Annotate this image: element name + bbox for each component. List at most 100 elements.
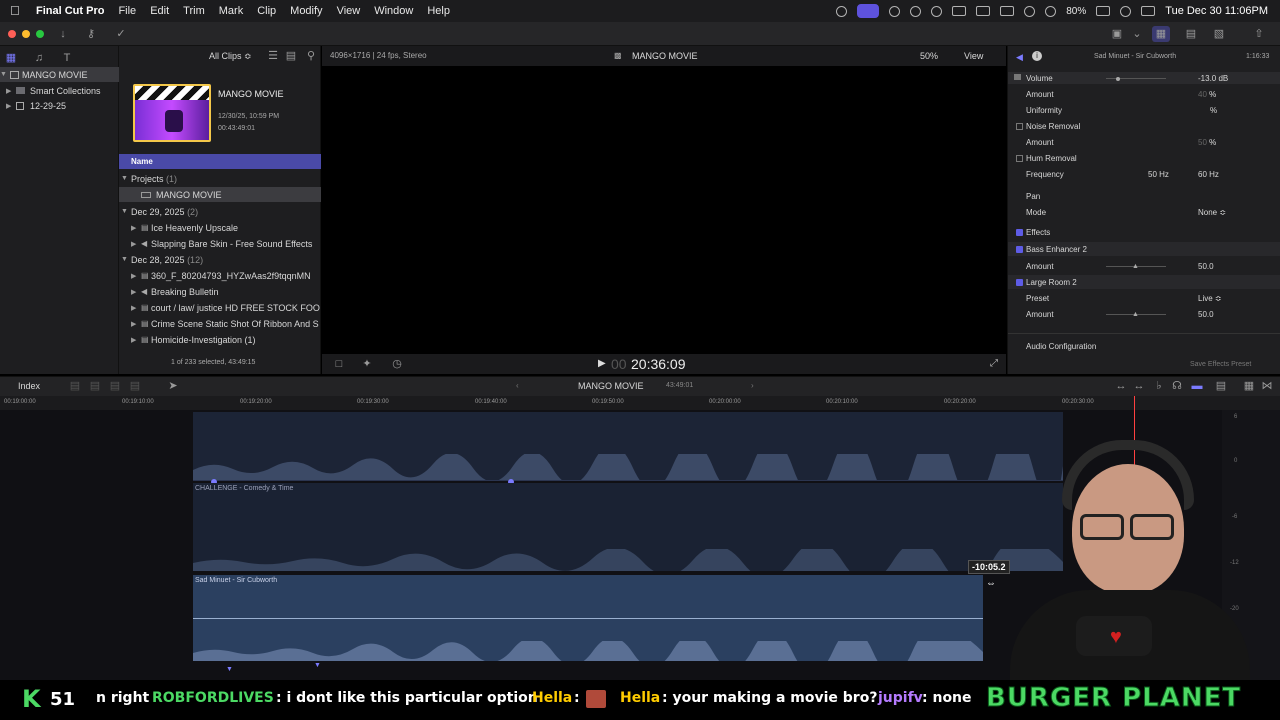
globe-icon[interactable] — [889, 5, 901, 17]
group-row-dec-29[interactable]: ▼ Dec 29, 2025 (2) — [121, 204, 198, 219]
menu-clip[interactable]: Clip — [257, 5, 276, 17]
volume-icon[interactable] — [952, 6, 967, 16]
minimize-window-button[interactable] — [22, 30, 30, 38]
import-icon[interactable]: ↓ — [54, 26, 72, 42]
timeline-project-name[interactable]: MANGO MOVIE — [578, 381, 644, 391]
spotlight-icon[interactable] — [1120, 5, 1132, 17]
focus-icon[interactable] — [910, 5, 922, 17]
libraries-icon[interactable]: ▦ — [2, 50, 20, 66]
history-forward-icon[interactable]: › — [751, 381, 754, 390]
audio-clip-1[interactable] — [193, 412, 1063, 480]
menu-file[interactable]: File — [118, 5, 136, 17]
marker-icon[interactable]: ▼ — [314, 662, 321, 669]
zoom-to-fit-icon[interactable]: ↔ — [1130, 378, 1148, 394]
audio-inspector-icon[interactable]: ◀ — [1016, 52, 1023, 63]
viewer-canvas[interactable] — [322, 66, 1006, 354]
frequency-60hz[interactable]: 60 Hz — [1198, 170, 1219, 179]
project-thumbnail[interactable] — [133, 84, 211, 142]
group-row-dec-28[interactable]: ▼ Dec 28, 2025 (12) — [121, 252, 203, 267]
volume-slider-track[interactable] — [1106, 78, 1166, 79]
menu-mark[interactable]: Mark — [219, 5, 243, 17]
audio-clip-2[interactable]: CHALLENGE - Comedy & Time — [193, 483, 1063, 571]
marker-icon[interactable]: ▼ — [226, 666, 233, 673]
room-amount-knob-icon[interactable]: ▲ — [1132, 311, 1139, 318]
layout-browser-icon[interactable]: ▦ — [1152, 26, 1170, 42]
list-item[interactable]: ▶ ▤ Crime Scene Static Shot Of Ribbon And … — [131, 316, 321, 331]
clip-filter-popup[interactable]: All Clips ≎ — [209, 51, 252, 62]
info-inspector-icon[interactable]: i — [1032, 51, 1042, 61]
close-window-button[interactable] — [8, 30, 16, 38]
display-icon[interactable] — [1000, 6, 1015, 16]
search-icon[interactable]: ⚲ — [302, 48, 320, 64]
volume-value[interactable]: -13.0 dB — [1198, 74, 1228, 83]
export-icon[interactable]: ⇧ — [1250, 26, 1268, 42]
sidebar-item-event-12-29-25[interactable]: ▶ 12-29-25 — [6, 98, 66, 113]
control-center-icon[interactable] — [1141, 6, 1156, 16]
speed-icon[interactable]: ◷ — [388, 356, 406, 372]
screen-record-icon[interactable] — [836, 5, 848, 17]
noise-amount-value[interactable]: 50 % — [1198, 138, 1216, 147]
titles-generators-icon[interactable]: T — [58, 50, 76, 66]
volume-line[interactable] — [193, 618, 983, 619]
keyboard-icon[interactable] — [976, 6, 991, 16]
menu-trim[interactable]: Trim — [183, 5, 205, 17]
transform-icon[interactable]: □ — [330, 356, 348, 372]
audio-skimming-icon[interactable]: ♭ — [1150, 378, 1168, 394]
insert-clip-icon[interactable]: ▤ — [86, 378, 104, 394]
overwrite-clip-icon[interactable]: ▤ — [126, 378, 144, 394]
keyword-icon[interactable]: ⚷ — [82, 26, 100, 42]
headphones-icon[interactable]: ☊ — [1168, 378, 1186, 394]
layout-inspector-icon[interactable]: ▧ — [1210, 26, 1228, 42]
audio-configuration-header[interactable]: Audio Configuration — [1026, 342, 1096, 351]
append-clip-icon[interactable]: ▤ — [106, 378, 124, 394]
share-icon[interactable]: ▣ — [1108, 26, 1126, 42]
sidebar-item-smart-collections[interactable]: ▶ Smart Collections — [6, 83, 101, 98]
list-item-project[interactable]: MANGO MOVIE — [119, 187, 321, 202]
room-amount-value[interactable]: 50.0 — [1198, 310, 1214, 319]
clip-appearance-icon[interactable]: ▤ — [282, 48, 300, 64]
app-menu-name[interactable]: Final Cut Pro — [36, 5, 104, 17]
connect-clip-icon[interactable]: ▤ — [66, 378, 84, 394]
menu-help[interactable]: Help — [427, 5, 450, 17]
audio-lanes-icon[interactable]: ↔ — [1112, 378, 1130, 394]
timecode-display[interactable]: 20:36:09 — [631, 356, 686, 372]
noise-removal-checkbox[interactable] — [1016, 123, 1023, 130]
frequency-50hz[interactable]: 50 Hz — [1148, 170, 1169, 179]
volume-slider-knob[interactable] — [1116, 77, 1120, 81]
menu-window[interactable]: Window — [374, 5, 413, 17]
effects-checkbox[interactable] — [1016, 229, 1023, 236]
timeline-ruler[interactable]: 00:19:00:00 00:19:10:00 00:19:20:00 00:1… — [0, 396, 1280, 410]
play-button-icon[interactable]: ▶ — [598, 358, 606, 369]
pan-mode-popup[interactable]: None ≎ — [1198, 208, 1226, 217]
save-effects-preset-button[interactable]: Save Effects Preset — [1190, 361, 1251, 368]
list-view-icon[interactable]: ☰ — [264, 48, 282, 64]
list-item[interactable]: ▶ ▤ 360_F_80204793_HYZwAas2f9tqqnMN — [131, 268, 321, 283]
play-icon[interactable] — [931, 5, 943, 17]
menu-modify[interactable]: Modify — [290, 5, 322, 17]
select-tool-icon[interactable]: ➤ — [164, 378, 182, 394]
group-row-projects[interactable]: ▼ Projects (1) — [121, 171, 177, 186]
clip-appearance-icon[interactable]: ▤ — [1212, 378, 1230, 394]
photos-audio-icon[interactable]: ♫ — [30, 50, 48, 66]
bluetooth-icon[interactable] — [1024, 5, 1036, 17]
effects-browser-icon[interactable]: ▦ — [1240, 378, 1258, 394]
wifi-icon[interactable] — [1045, 5, 1057, 17]
transitions-browser-icon[interactable]: ⋈ — [1258, 378, 1276, 394]
large-room-checkbox[interactable] — [1016, 279, 1023, 286]
zoom-window-button[interactable] — [36, 30, 44, 38]
fullscreen-icon[interactable]: ⤢ — [990, 358, 998, 369]
menu-edit[interactable]: Edit — [150, 5, 169, 17]
column-header-name[interactable]: Name — [119, 154, 321, 169]
enhance-icon[interactable]: ✦ — [358, 356, 376, 372]
menu-view[interactable]: View — [337, 5, 361, 17]
playhead-marker[interactable] — [1134, 396, 1135, 410]
list-item[interactable]: ▶ ◀ Slapping Bare Skin - Free Sound Effect… — [131, 236, 312, 251]
library-row-mango-movie[interactable]: ▼ MANGO MOVIE — [0, 67, 119, 82]
list-item[interactable]: ▶ ◀ Breaking Bulletin — [131, 284, 219, 299]
timeline-area[interactable]: CHALLENGE - Comedy & Time Sad Minuet - S… — [0, 410, 1280, 680]
amount-value[interactable]: 40 % — [1198, 90, 1216, 99]
background-tasks-icon[interactable]: ✓ — [112, 26, 130, 42]
menu-bar-clock[interactable]: Tue Dec 30 11:06PM — [1165, 5, 1268, 17]
snapping-icon[interactable]: ▬ — [1188, 378, 1206, 394]
list-item[interactable]: ▶ ▤ Ice Heavenly Upscale — [131, 220, 238, 235]
